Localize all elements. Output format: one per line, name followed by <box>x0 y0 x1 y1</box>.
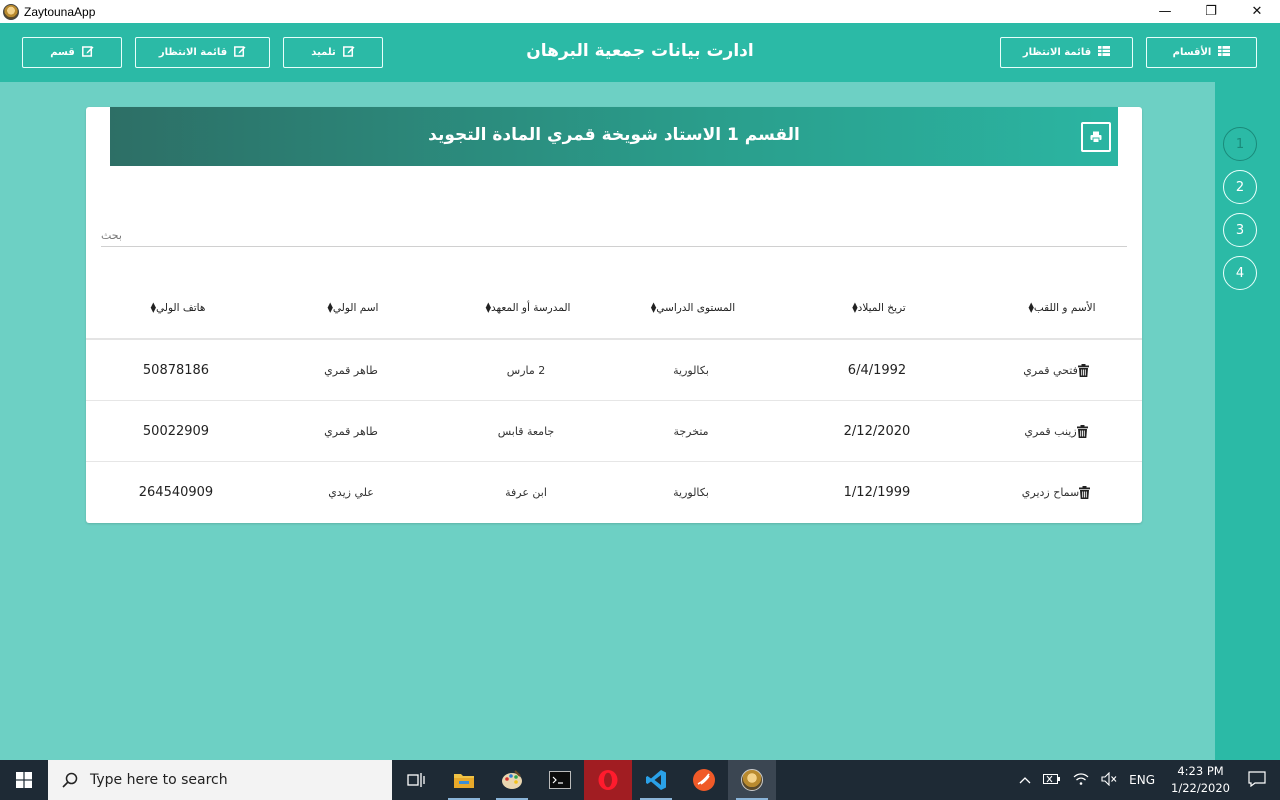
school-cell: 2 مارس <box>506 363 546 377</box>
taskbar-app-file-explorer[interactable] <box>440 760 488 800</box>
level-cell: متخرجة <box>673 424 709 438</box>
sort-icon: ▲ ▼ <box>327 300 333 314</box>
card-title: القسم 1 الاستاد شويخة قمري المادة التجوي… <box>428 125 800 145</box>
student-name-cell: فتحي قمري <box>995 340 1125 400</box>
volume-muted-icon[interactable] <box>1095 771 1123 789</box>
edit-icon <box>81 45 94 60</box>
start-button[interactable] <box>0 760 48 800</box>
task-view-button[interactable] <box>392 760 440 800</box>
column-header-guardian[interactable]: اسم الولي ▲ ▼ <box>276 277 426 338</box>
page-button-3[interactable]: 3 <box>1223 213 1257 247</box>
language-indicator[interactable]: ENG <box>1123 773 1161 787</box>
sort-icon: ▲ ▼ <box>150 300 157 314</box>
system-tray: ENG 4:23 PM 1/22/2020 <box>1013 760 1280 800</box>
search-icon <box>62 772 78 788</box>
column-header-birthdate[interactable]: تريخ الميلاد ▲ ▼ <box>802 277 952 338</box>
zaytouna-app-icon <box>741 769 763 791</box>
guardian-cell: طاهر قمري <box>324 424 378 438</box>
window-controls: — ❐ ✕ <box>1142 0 1280 23</box>
print-icon <box>1090 131 1102 143</box>
delete-trash-icon[interactable] <box>1077 363 1089 377</box>
window-title: ZaytounaApp <box>24 4 96 19</box>
task-view-icon <box>407 773 425 787</box>
taskbar-search[interactable]: Type here to search <box>48 760 392 800</box>
level-cell: بكالورية <box>673 363 709 377</box>
search-wrap <box>101 215 1127 247</box>
birthdate-cell: 2/12/2020 <box>843 423 911 439</box>
level-cell: بكالورية <box>673 486 709 499</box>
sort-icon: ▲ ▼ <box>852 300 858 314</box>
student-name-cell: سماح زديري <box>995 462 1125 523</box>
phone-cell: 50878186 <box>142 362 210 378</box>
table-row[interactable]: سماح زديري 1/12/1999 بكالورية ابن عرفة ع… <box>86 462 1142 523</box>
guardian-cell: طاهر قمري <box>324 363 378 377</box>
delete-trash-icon[interactable] <box>1079 486 1091 499</box>
windows-logo-icon <box>16 772 32 788</box>
taskbar-app-paint[interactable] <box>488 760 536 800</box>
table-row[interactable]: فتحي قمري 6/4/1992 بكالورية 2 مارس طاهر … <box>86 340 1142 401</box>
school-cell: ابن عرفة <box>505 486 547 499</box>
opera-icon <box>598 770 618 790</box>
students-table: الأسم و اللقب ▲ ▼ تريخ الميلاد ▲ ▼ المستوى ا… <box>86 277 1142 523</box>
phone-cell: 264540909 <box>138 485 214 500</box>
waiting-list-edit-button[interactable]: قائمة الانتظار <box>135 37 270 68</box>
student-name-cell: زينب قمري <box>995 401 1125 461</box>
column-header-name[interactable]: الأسم و اللقب ▲ ▼ <box>995 277 1125 338</box>
app-logo-icon <box>3 3 19 20</box>
paint-palette-icon <box>502 770 522 789</box>
vscode-icon <box>646 770 666 790</box>
delete-trash-icon[interactable] <box>1076 424 1088 438</box>
terminal-icon <box>549 771 571 789</box>
taskbar: Type here to search ENG 4:23 PM 1/22/202… <box>0 760 1280 800</box>
clock-time: 4:23 PM <box>1177 764 1224 778</box>
wifi-icon[interactable] <box>1067 772 1095 789</box>
section-edit-label: قسم <box>50 47 75 58</box>
edit-icon <box>342 45 355 60</box>
taskbar-search-text: Type here to search <box>90 772 228 788</box>
maximize-button[interactable]: ❐ <box>1188 0 1234 23</box>
print-button[interactable] <box>1081 122 1111 152</box>
swift-icon <box>693 769 715 791</box>
edit-icon <box>234 45 246 60</box>
taskbar-app-opera[interactable] <box>584 760 632 800</box>
clock-date: 1/22/2020 <box>1171 781 1230 795</box>
battery-icon[interactable] <box>1037 773 1067 788</box>
folder-icon <box>454 774 474 788</box>
birthdate-cell: 1/12/1999 <box>843 485 911 500</box>
birthdate-cell: 6/4/1992 <box>847 362 907 378</box>
table-header: الأسم و اللقب ▲ ▼ تريخ الميلاد ▲ ▼ المستوى ا… <box>86 277 1142 340</box>
column-header-school[interactable]: المدرسة أو المعهد ▲ ▼ <box>451 277 601 338</box>
taskbar-app-terminal[interactable] <box>536 760 584 800</box>
column-header-phone[interactable]: هاتف الولي ▲ ▼ <box>101 277 251 338</box>
column-header-level[interactable]: المستوى الدراسي ▲ ▼ <box>616 277 766 338</box>
class-card: القسم 1 الاستاد شويخة قمري المادة التجوي… <box>86 107 1142 523</box>
taskbar-clock[interactable]: 4:23 PM 1/22/2020 <box>1161 763 1240 797</box>
waiting-list-edit-label: قائمة الانتظار <box>158 47 228 58</box>
phone-cell: 50022909 <box>142 423 210 439</box>
school-cell: جامعة قابس <box>497 424 555 438</box>
taskbar-app-zaytouna[interactable] <box>728 760 776 800</box>
sort-icon: ▲ ▼ <box>485 300 491 314</box>
card-header: القسم 1 الاستاد شويخة قمري المادة التجوي… <box>110 107 1118 166</box>
table-row[interactable]: زينب قمري 2/12/2020 متخرجة جامعة قابس طا… <box>86 401 1142 462</box>
app-header: الأقسام قائمة الانتظار ادارت بيانات جمعي… <box>0 23 1280 82</box>
guardian-cell: علي زيدي <box>328 486 374 499</box>
minimize-button[interactable]: — <box>1142 0 1188 23</box>
sort-icon: ▲ ▼ <box>1028 300 1034 314</box>
sort-icon: ▲ ▼ <box>650 300 657 314</box>
page-button-4[interactable]: 4 <box>1223 256 1257 290</box>
student-edit-button[interactable]: تلميد <box>283 37 383 68</box>
section-edit-button[interactable]: قسم <box>22 37 122 68</box>
notifications-icon[interactable] <box>1240 770 1280 790</box>
close-button[interactable]: ✕ <box>1234 0 1280 23</box>
taskbar-app-vscode[interactable] <box>632 760 680 800</box>
search-input[interactable] <box>101 215 1127 245</box>
window-titlebar: ZaytounaApp — ❐ ✕ <box>0 0 1280 23</box>
taskbar-app-swift[interactable] <box>680 760 728 800</box>
page-button-2[interactable]: 2 <box>1223 170 1257 204</box>
page-button-1[interactable]: 1 <box>1223 127 1257 161</box>
chevron-up-icon[interactable] <box>1013 773 1037 787</box>
student-edit-label: تلميد <box>311 47 336 58</box>
